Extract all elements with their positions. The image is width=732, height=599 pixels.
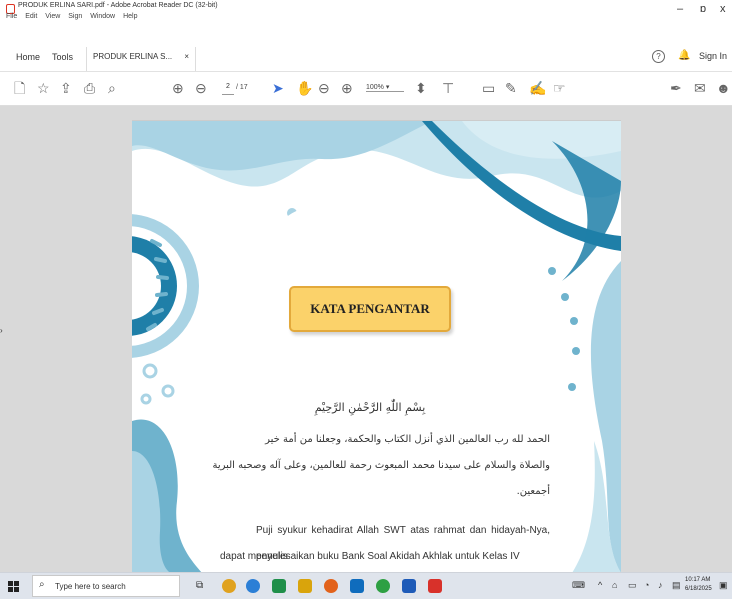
language-icon[interactable]: ▤ xyxy=(672,580,681,591)
fill-sign-icon[interactable]: ✍ xyxy=(529,80,546,96)
taskbar: ⌕ Type here to search ⧉ ⌨ ^ ⌂ ▭ ◔ ♪ ▤ 10… xyxy=(0,572,732,599)
menu-window[interactable]: Window xyxy=(90,13,115,20)
battery-icon[interactable]: ▭ xyxy=(628,580,637,591)
zoom-value: 100% xyxy=(366,84,384,91)
word-icon[interactable] xyxy=(402,579,416,593)
arabic-line-1: الحمد لله رب العالمين الذي أنزل الكتاب و… xyxy=(265,434,550,445)
tab-document[interactable]: PRODUK ERLINA S... × xyxy=(86,47,196,71)
keyboard-icon[interactable]: ⌨ xyxy=(572,580,585,591)
pdf-page: KATA PENGANTAR بِسْمِ اللّٰهِ الرَّحْمٰن… xyxy=(132,120,621,572)
page-total: / 17 xyxy=(236,84,248,91)
arabic-line-2: والصلاة والسلام على سيدنا محمد المبعوث ر… xyxy=(212,460,550,471)
notification-bell-icon[interactable]: 🔔 xyxy=(678,50,690,61)
hand-tool-icon[interactable]: ✋ xyxy=(296,80,313,96)
tab-home[interactable]: Home xyxy=(16,52,40,62)
pen-icon[interactable]: ✎ xyxy=(505,80,517,96)
edge-browser-icon[interactable] xyxy=(246,579,260,593)
page-number-input[interactable]: 2 xyxy=(222,83,234,95)
minimize-button[interactable]: – xyxy=(677,3,683,15)
tray-chevron-icon[interactable]: ^ xyxy=(598,580,602,590)
next-page-icon[interactable]: ⊖ xyxy=(195,80,207,96)
notification-center-icon[interactable]: ▣ xyxy=(719,580,728,591)
zoom-select[interactable]: 100% ▾ xyxy=(366,83,404,92)
more-tools-icon[interactable]: ☞ xyxy=(553,80,566,96)
zoom-out-icon[interactable]: ⊖ xyxy=(318,80,330,96)
menu-view[interactable]: View xyxy=(45,13,60,20)
zoom-in-icon[interactable]: ⊕ xyxy=(341,80,353,96)
firefox-icon[interactable] xyxy=(324,579,338,593)
excel-icon[interactable] xyxy=(272,579,286,593)
add-user-icon[interactable]: ☻ xyxy=(716,80,731,96)
sign-document-icon[interactable]: ✒ xyxy=(670,80,682,96)
network-icon[interactable]: ⌂ xyxy=(612,580,617,590)
toolbar: 🗋 ☆ ⇪ ⎙ ⌕ ⊕ ⊖ 2 / 17 ➤ ✋ ⊖ ⊕ 100% ▾ ⬍ ⊤ … xyxy=(0,72,732,106)
menu-file[interactable]: File xyxy=(6,13,17,20)
file-explorer-icon[interactable] xyxy=(298,579,312,593)
highlight-tool-icon[interactable]: ⊤ xyxy=(442,80,454,96)
search-icon[interactable]: ⌕ xyxy=(108,80,116,96)
menu-bar: File Edit View Sign Window Help xyxy=(6,13,143,20)
sign-in-link[interactable]: Sign In xyxy=(699,51,727,61)
search-placeholder: Type here to search xyxy=(55,582,126,591)
page-heading: KATA PENGANTAR xyxy=(289,286,451,332)
acrobat-taskbar-icon[interactable] xyxy=(428,579,442,593)
tab-close-icon[interactable]: × xyxy=(184,52,189,61)
select-cursor-icon[interactable]: ➤ xyxy=(272,80,284,96)
widget-icon[interactable] xyxy=(222,579,236,593)
task-view-icon[interactable]: ⧉ xyxy=(196,580,203,591)
chrome-icon[interactable] xyxy=(376,579,390,593)
windows-start-icon[interactable] xyxy=(8,581,19,592)
volume-icon[interactable]: ♪ xyxy=(658,580,663,590)
wifi-icon[interactable]: ◔ xyxy=(644,580,649,590)
upload-icon[interactable]: ⇪ xyxy=(60,80,72,96)
restore-button[interactable]: ɒ xyxy=(700,3,706,15)
tab-tools[interactable]: Tools xyxy=(52,52,73,62)
print-icon[interactable]: ⎙ xyxy=(84,80,95,96)
clock-date: 6/18/2025 xyxy=(685,586,712,592)
document-viewer[interactable]: › KATA PENGANTAR بِسْمِ اللّٰهِ الرَّحْم… xyxy=(0,106,732,572)
bookmark-star-icon[interactable]: ☆ xyxy=(37,80,50,96)
clock[interactable]: 10:17 AM 6/18/2025 xyxy=(685,576,712,594)
arabic-line-3: أجمعين. xyxy=(516,486,550,497)
menu-sign[interactable]: Sign xyxy=(68,13,82,20)
title-bar: PRODUK ERLINA SARI.pdf - Adobe Acrobat R… xyxy=(0,0,732,26)
create-pdf-icon[interactable]: 🗋 xyxy=(14,80,25,96)
tab-document-label: PRODUK ERLINA S... xyxy=(93,52,173,61)
page-decoration xyxy=(132,121,621,572)
basmala-text: بِسْمِ اللّٰهِ الرَّحْمٰنِ الرَّحِيْمِ xyxy=(314,401,426,414)
search-icon: ⌕ xyxy=(39,579,45,590)
menu-edit[interactable]: Edit xyxy=(25,13,37,20)
paragraph-line-2: dapat menyelesaikan buku Bank Soal Akida… xyxy=(220,551,520,562)
side-panel-toggle-icon[interactable]: › xyxy=(0,326,3,335)
menu-help[interactable]: Help xyxy=(123,13,137,20)
window-title: PRODUK ERLINA SARI.pdf - Adobe Acrobat R… xyxy=(18,2,218,9)
taskbar-search-input[interactable]: ⌕ Type here to search xyxy=(32,575,180,597)
help-icon[interactable]: ? xyxy=(652,50,665,63)
clock-time: 10:17 AM xyxy=(685,577,711,583)
share-email-icon[interactable]: ✉ xyxy=(694,80,706,96)
fit-page-icon[interactable]: ⬍ xyxy=(415,80,427,96)
close-button[interactable]: x xyxy=(720,3,726,15)
comment-icon[interactable]: ▭ xyxy=(482,80,495,96)
previous-page-icon[interactable]: ⊕ xyxy=(172,80,184,96)
store-icon[interactable] xyxy=(350,579,364,593)
tab-bar: Home Tools PRODUK ERLINA S... × ? 🔔 Sign… xyxy=(0,46,732,72)
